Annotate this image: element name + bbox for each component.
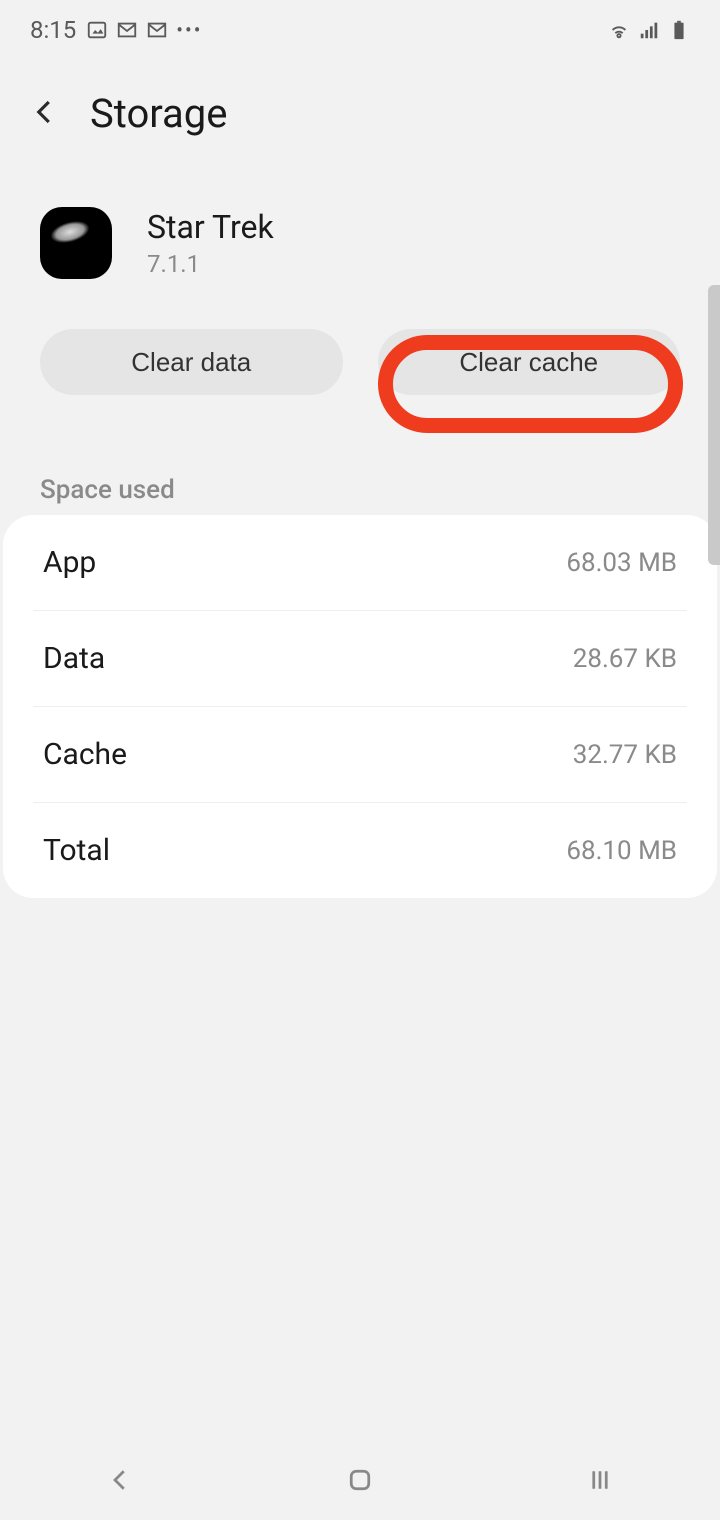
- mail-icon: [116, 19, 138, 41]
- row-value: 68.03 MB: [566, 548, 677, 578]
- status-bar: 8:15 •••: [0, 0, 720, 60]
- app-header: Star Trek 7.1.1: [0, 167, 720, 299]
- row-value: 68.10 MB: [566, 836, 677, 866]
- row-label: App: [43, 545, 96, 580]
- space-used-card: App 68.03 MB Data 28.67 KB Cache 32.77 K…: [3, 515, 717, 898]
- clear-data-button[interactable]: Clear data: [40, 329, 343, 395]
- more-icon: •••: [176, 18, 202, 42]
- nav-bar: [0, 1440, 720, 1520]
- battery-icon: [668, 19, 690, 41]
- row-label: Data: [43, 641, 105, 676]
- mail-icon: [146, 19, 168, 41]
- nav-home-icon[interactable]: [335, 1455, 385, 1505]
- status-right: [608, 19, 690, 41]
- app-version: 7.1.1: [147, 250, 274, 278]
- row-cache: Cache 32.77 KB: [33, 706, 687, 802]
- clear-cache-button[interactable]: Clear cache: [378, 329, 681, 395]
- row-total: Total 68.10 MB: [33, 802, 687, 898]
- row-label: Total: [43, 833, 110, 868]
- status-icons: •••: [86, 18, 202, 42]
- app-name: Star Trek: [147, 208, 274, 246]
- status-left: 8:15 •••: [30, 16, 203, 44]
- status-time: 8:15: [30, 16, 76, 44]
- button-row: Clear data Clear cache: [0, 299, 720, 425]
- wifi-icon: [608, 19, 630, 41]
- row-label: Cache: [43, 737, 127, 772]
- header: Storage: [0, 60, 720, 167]
- signal-icon: [638, 19, 660, 41]
- nav-recent-icon[interactable]: [575, 1455, 625, 1505]
- scrollbar[interactable]: [708, 285, 720, 565]
- picture-icon: [86, 19, 108, 41]
- nav-back-icon[interactable]: [95, 1455, 145, 1505]
- row-app: App 68.03 MB: [3, 515, 717, 610]
- app-icon: [40, 207, 112, 279]
- row-data: Data 28.67 KB: [33, 610, 687, 706]
- page-title: Storage: [90, 90, 227, 137]
- row-value: 32.77 KB: [573, 740, 677, 770]
- section-label: Space used: [0, 425, 720, 515]
- row-value: 28.67 KB: [573, 644, 677, 674]
- back-icon[interactable]: [30, 90, 60, 137]
